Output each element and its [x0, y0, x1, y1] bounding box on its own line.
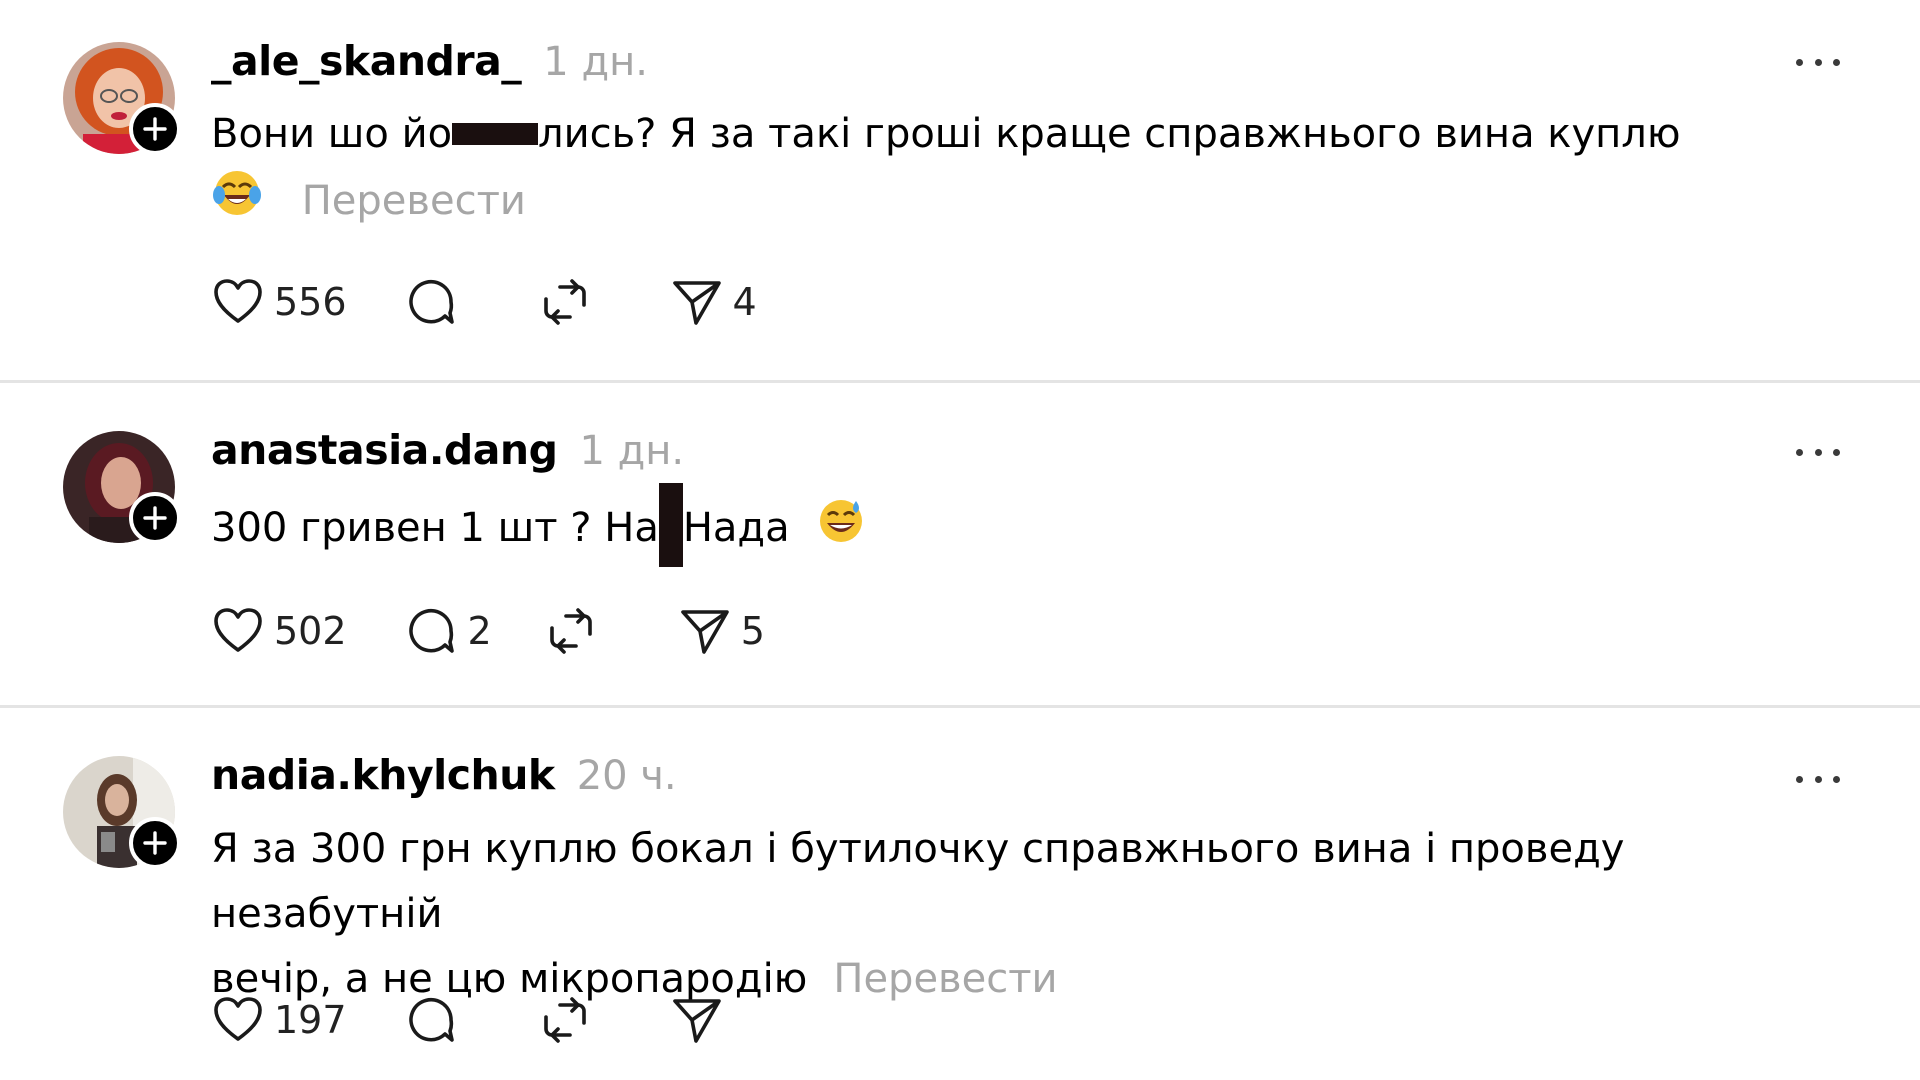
follow-plus-icon	[143, 831, 167, 855]
reply-button[interactable]	[405, 275, 459, 329]
translate-link[interactable]: Перевести	[302, 178, 526, 224]
post-text: Вони шо йо лись? Я за такі гроші краще сп…	[211, 102, 1851, 239]
more-options-button[interactable]	[1796, 52, 1840, 72]
heart-icon	[214, 997, 262, 1041]
repost-button[interactable]	[544, 604, 598, 658]
share-button[interactable]: 5	[678, 604, 765, 658]
post-actions: 502 2 5	[211, 601, 765, 661]
follow-plus-icon	[143, 117, 167, 141]
repost-icon	[543, 279, 586, 325]
post-actions: 556 4	[211, 272, 757, 332]
post-text-part: лись? Я за такі гроші краще справжнього …	[538, 111, 1681, 157]
username[interactable]: anastasia.dang	[211, 426, 558, 474]
post-header: anastasia.dang 1 дн.	[211, 426, 684, 474]
repost-button[interactable]	[538, 275, 592, 329]
post-text-part: Нада	[682, 505, 790, 551]
more-icon-dot	[1833, 448, 1840, 456]
share-button[interactable]	[670, 993, 724, 1047]
share-icon	[672, 281, 721, 325]
post-divider	[0, 705, 1920, 708]
like-button[interactable]: 197	[211, 993, 347, 1047]
reply-button[interactable]	[405, 993, 459, 1047]
reply-icon	[408, 997, 454, 1042]
share-button[interactable]: 4	[670, 275, 757, 329]
share-count: 4	[732, 280, 757, 324]
more-icon-dot	[1833, 58, 1840, 66]
more-icon-dot	[1796, 448, 1803, 456]
post-text: 300 гривен 1 шт ? На Нада	[211, 483, 1851, 567]
reply-count: 2	[467, 609, 492, 653]
share-count: 5	[740, 609, 765, 653]
post-divider	[0, 380, 1920, 383]
more-icon-dot	[1814, 58, 1822, 66]
share-icon	[672, 999, 721, 1043]
redaction-block	[658, 483, 683, 567]
like-count: 197	[274, 998, 347, 1042]
reply-icon	[408, 608, 454, 653]
more-options-button[interactable]	[1796, 769, 1840, 789]
more-icon-dot	[1814, 775, 1822, 783]
post-text-part: 300 гривен 1 шт ? На	[211, 505, 659, 551]
post-header: nadia.khylchuk 20 ч.	[211, 751, 677, 799]
more-icon-dot	[1814, 448, 1822, 456]
post-header: _ale_skandra_ 1 дн.	[211, 37, 648, 85]
grinning-sweat-emoji	[816, 495, 866, 565]
redaction-block	[452, 123, 539, 145]
heart-icon	[214, 279, 262, 323]
more-options-button[interactable]	[1796, 442, 1840, 462]
post-text: Я за 300 грн куплю бокал і бутилочку спр…	[211, 817, 1851, 1012]
more-icon-dot	[1796, 775, 1803, 783]
more-icon-dot	[1796, 58, 1803, 66]
post-text-part: Вони шо йо	[211, 111, 453, 157]
like-count: 502	[274, 609, 347, 653]
post-text-line: Я за 300 грн куплю бокал і бутилочку спр…	[211, 826, 1625, 937]
post-actions: 197	[211, 990, 724, 1050]
like-button[interactable]: 556	[211, 275, 347, 329]
like-count: 556	[274, 280, 347, 324]
repost-button[interactable]	[538, 993, 592, 1047]
repost-icon	[549, 608, 592, 654]
like-button[interactable]: 502	[211, 604, 347, 658]
username[interactable]: _ale_skandra_	[211, 37, 522, 85]
timestamp[interactable]: 1 дн.	[543, 39, 648, 85]
username[interactable]: nadia.khylchuk	[211, 751, 555, 799]
share-icon	[680, 610, 729, 654]
reply-button[interactable]: 2	[405, 604, 492, 658]
more-icon-dot	[1833, 775, 1840, 783]
repost-icon	[543, 997, 586, 1043]
follow-button[interactable]	[129, 492, 181, 544]
heart-icon	[214, 608, 262, 652]
follow-button[interactable]	[129, 817, 181, 869]
follow-plus-icon	[143, 506, 167, 530]
reply-icon	[408, 279, 454, 324]
timestamp[interactable]: 20 ч.	[577, 753, 677, 799]
timestamp[interactable]: 1 дн.	[579, 428, 684, 474]
follow-button[interactable]	[129, 103, 181, 155]
translate-link[interactable]: Перевести	[833, 956, 1057, 1002]
tears-of-joy-emoji	[211, 167, 263, 239]
